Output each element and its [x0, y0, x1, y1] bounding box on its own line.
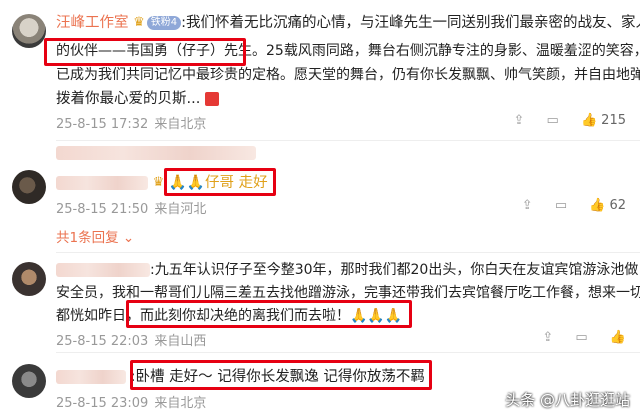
comment-text: :我们怀着无比沉痛的心情，与汪峰先生一同送别我们最亲密的战友、家人般: [181, 15, 640, 31]
blurred-author: [56, 370, 126, 384]
divider: [56, 252, 640, 253]
highlight-box: [130, 360, 432, 390]
like-icon[interactable]: 👍: [581, 113, 597, 128]
like-icon[interactable]: 👍: [610, 330, 626, 345]
share-icon[interactable]: ⇪: [542, 330, 553, 345]
comment-time: 25-8-15 21:50: [56, 202, 149, 217]
share-icon[interactable]: ⇪: [514, 113, 525, 128]
highlight-box: [44, 38, 246, 66]
comment-location: 来自山西: [154, 334, 207, 349]
blurred-text: [56, 146, 256, 160]
avatar[interactable]: [12, 364, 46, 398]
comment-time: 25-8-15 22:03: [56, 334, 149, 349]
comment-time: 25-8-15 23:09: [56, 396, 149, 411]
blurred-author: [56, 176, 148, 190]
watermark: 头条 @八卦逛逛站: [505, 391, 630, 409]
highlight-box: [164, 168, 276, 196]
chevron-down-icon: ⌄: [122, 230, 135, 246]
divider: [56, 140, 640, 141]
comment-location: 来自北京: [154, 396, 207, 411]
comment-time: 25-8-15 17:32: [56, 117, 149, 132]
like-count: 215: [601, 113, 626, 128]
comment-text: 已成为我们共同记忆中最珍贵的定格。愿天堂的舞台，仍有你长发飘飘、帅气笑颜，并自由…: [56, 67, 640, 83]
comment-icon[interactable]: ▭: [555, 198, 567, 213]
avatar[interactable]: [12, 170, 46, 204]
crown-icon: ♛: [133, 15, 145, 30]
blurred-author: [56, 263, 150, 277]
comment-location: 来自河北: [154, 202, 207, 217]
fan-icon: ♛: [152, 175, 165, 190]
like-icon[interactable]: 👍: [589, 198, 605, 213]
share-icon[interactable]: ⇪: [522, 198, 533, 213]
hidden-comment: [56, 142, 256, 164]
author-name[interactable]: 汪峰工作室: [56, 15, 129, 31]
comment-location: 来自北京: [154, 117, 207, 132]
divider: [56, 352, 640, 353]
highlight-box: [126, 300, 412, 328]
avatar[interactable]: [12, 262, 46, 296]
comment-text: 拨着你最心爱的贝斯...: [56, 91, 201, 107]
view-replies-link[interactable]: 共1条回复: [56, 230, 119, 246]
avatar[interactable]: [12, 14, 46, 48]
fan-badge: 铁粉4: [146, 16, 182, 30]
comment-text: :九五年认识仔子至今整30年，那时我们都20出头，你白天在友谊宾馆游泳池做: [150, 262, 639, 278]
like-count: 62: [609, 198, 626, 213]
comment-icon[interactable]: ▭: [547, 113, 559, 128]
comment-icon[interactable]: ▭: [575, 330, 587, 345]
gift-icon: [204, 92, 219, 106]
